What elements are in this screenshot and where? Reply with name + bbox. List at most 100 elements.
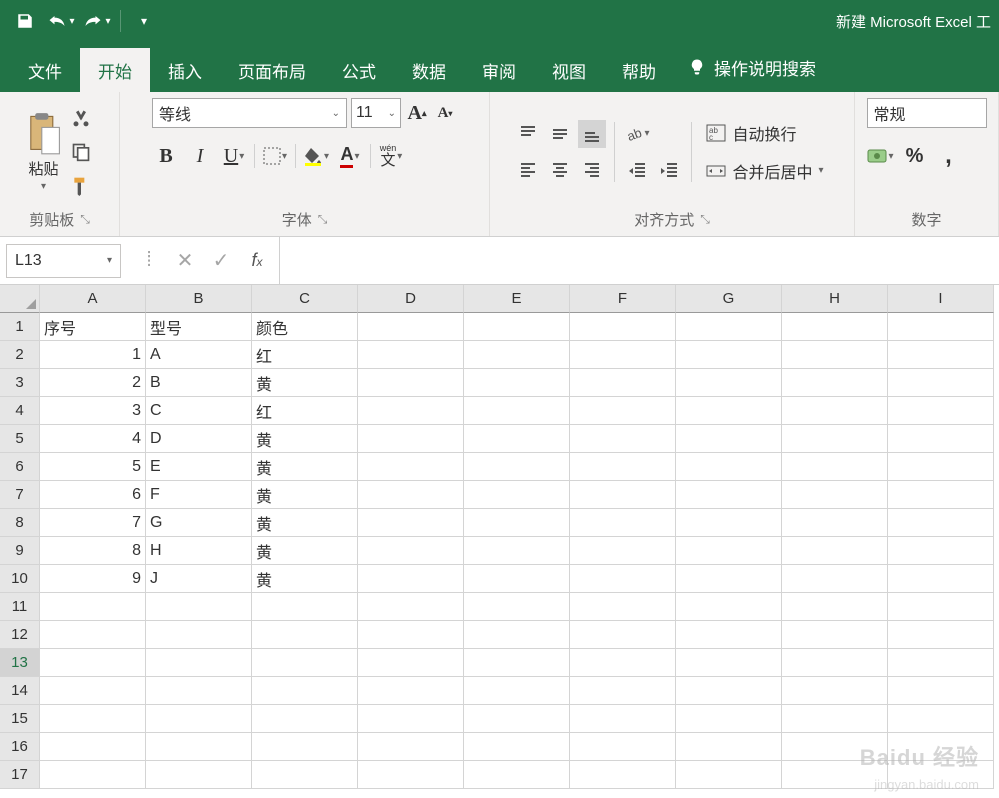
border-button[interactable]: ▾ [261,142,289,170]
cell[interactable] [676,705,782,733]
cell[interactable]: 黄 [252,565,358,593]
cell[interactable] [782,537,888,565]
cell[interactable]: A [146,341,252,369]
cell[interactable] [40,733,146,761]
cell[interactable]: 型号 [146,313,252,341]
row-header[interactable]: 3 [0,369,40,397]
insert-sparkline-button[interactable]: ⁞ [133,245,165,277]
cell[interactable] [888,649,994,677]
cell[interactable] [676,649,782,677]
row-header[interactable]: 13 [0,649,40,677]
tab-page-layout[interactable]: 页面布局 [220,48,324,92]
cell[interactable] [464,705,570,733]
cell[interactable] [570,649,676,677]
cell[interactable] [358,509,464,537]
cell[interactable] [146,677,252,705]
cell[interactable] [464,677,570,705]
column-header[interactable]: D [358,285,464,313]
row-header[interactable]: 15 [0,705,40,733]
cell[interactable] [464,761,570,789]
font-name-select[interactable]: 等线⌄ [152,98,347,128]
italic-button[interactable]: I [186,142,214,170]
cell[interactable] [358,453,464,481]
column-header[interactable]: A [40,285,146,313]
cell[interactable] [464,341,570,369]
cell[interactable] [358,313,464,341]
align-left-button[interactable] [514,156,542,184]
cell[interactable] [782,341,888,369]
cell[interactable]: 红 [252,341,358,369]
cell[interactable] [570,705,676,733]
cell[interactable]: 红 [252,397,358,425]
fill-color-button[interactable]: ▾ [302,142,330,170]
cell[interactable] [782,453,888,481]
cell[interactable]: C [146,397,252,425]
row-header[interactable]: 14 [0,677,40,705]
cell[interactable] [146,761,252,789]
cell[interactable] [888,481,994,509]
cell[interactable] [888,313,994,341]
align-top-button[interactable] [514,120,542,148]
cell[interactable] [464,369,570,397]
cell[interactable] [888,761,994,789]
cell[interactable] [570,313,676,341]
cell[interactable] [570,593,676,621]
cell[interactable] [782,621,888,649]
cell[interactable] [570,453,676,481]
cell[interactable] [146,649,252,677]
cell[interactable]: 序号 [40,313,146,341]
cell[interactable] [570,481,676,509]
cell[interactable] [676,481,782,509]
cut-button[interactable] [67,104,95,132]
cell[interactable] [570,397,676,425]
cell[interactable] [464,425,570,453]
cell[interactable] [888,397,994,425]
cell[interactable] [888,453,994,481]
cell[interactable] [358,341,464,369]
cell[interactable] [358,621,464,649]
cell[interactable] [146,593,252,621]
cell[interactable] [358,481,464,509]
row-header[interactable]: 6 [0,453,40,481]
tab-data[interactable]: 数据 [394,48,464,92]
cell[interactable] [252,593,358,621]
tab-file[interactable]: 文件 [10,48,80,92]
cell[interactable] [676,537,782,565]
dialog-launcher-icon[interactable]: ⤡ [700,212,710,227]
cell[interactable] [40,761,146,789]
cell[interactable] [252,733,358,761]
cell[interactable] [676,565,782,593]
row-header[interactable]: 9 [0,537,40,565]
decrease-font-button[interactable]: A▾ [433,99,457,127]
cell[interactable] [782,425,888,453]
merge-center-button[interactable]: 合并后居中▾ [700,156,829,186]
cell[interactable] [888,537,994,565]
row-header[interactable]: 8 [0,509,40,537]
cell[interactable] [782,313,888,341]
cell[interactable] [676,397,782,425]
cell[interactable] [146,733,252,761]
row-header[interactable]: 5 [0,425,40,453]
cell[interactable] [782,733,888,761]
cell[interactable] [570,369,676,397]
cell[interactable]: F [146,481,252,509]
cell[interactable]: 8 [40,537,146,565]
cell[interactable]: H [146,537,252,565]
tab-review[interactable]: 审阅 [464,48,534,92]
align-middle-button[interactable] [546,120,574,148]
cell[interactable]: G [146,509,252,537]
cell[interactable]: B [146,369,252,397]
cell[interactable] [570,425,676,453]
cell[interactable] [252,649,358,677]
cell[interactable] [146,705,252,733]
cell[interactable]: 5 [40,453,146,481]
cell[interactable] [358,649,464,677]
decrease-indent-button[interactable] [623,156,651,184]
row-header[interactable]: 12 [0,621,40,649]
cell[interactable] [676,761,782,789]
cell[interactable] [782,761,888,789]
cell[interactable] [676,341,782,369]
name-box[interactable]: L13▾ [6,244,121,278]
cell[interactable] [782,481,888,509]
number-format-select[interactable]: 常规 [867,98,987,128]
